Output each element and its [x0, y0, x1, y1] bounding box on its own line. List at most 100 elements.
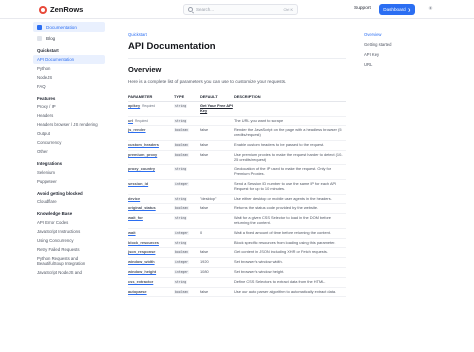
- support-link[interactable]: Support: [354, 6, 371, 11]
- param-default-cell: 1080: [200, 267, 234, 278]
- param-default-cell: false: [200, 247, 234, 259]
- parameters-table: PARAMETER TYPE DEFAULT DESCRIPTION apike…: [128, 92, 346, 298]
- table-row: custom_headers boolean false Enable custom …: [128, 140, 346, 151]
- param-name-cell: window_width: [128, 257, 174, 268]
- param-name-link[interactable]: block_resources: [128, 240, 159, 245]
- param-name-cell: window_height: [128, 267, 174, 278]
- param-type-cell: string: [174, 213, 200, 229]
- param-description-cell: Set browser's window height.: [234, 267, 346, 278]
- param-name-link[interactable]: css_extractor: [128, 279, 153, 284]
- sidebar-group-title: Knowledge Base: [37, 211, 73, 216]
- param-name-link[interactable]: custom_headers: [128, 142, 159, 147]
- param-default-cell: [200, 164, 234, 180]
- param-default-cell: [200, 116, 234, 127]
- param-name-link[interactable]: apikey: [128, 103, 140, 108]
- table-row: proxy_country string Geolocation of the IP…: [128, 164, 346, 180]
- sidebar-group-title: Features: [37, 95, 56, 101]
- param-name-cell: wait_for: [128, 213, 174, 229]
- param-name-link[interactable]: js_render: [128, 127, 146, 132]
- sidebar-item[interactable]: Output: [33, 129, 105, 138]
- theme-toggle-icon[interactable]: ☀: [428, 6, 433, 12]
- param-type-cell: integer: [174, 257, 200, 268]
- table-row: json_response boolean false Get content in …: [128, 247, 346, 259]
- column-header-description: DESCRIPTION: [234, 92, 346, 102]
- brand-name: ZenRows: [50, 5, 84, 14]
- search-placeholder: Search...: [196, 7, 215, 12]
- param-name-link[interactable]: json_response: [128, 249, 155, 254]
- sidebar-item[interactable]: Concurrency: [33, 138, 105, 147]
- brand-logo[interactable]: ZenRows: [39, 5, 83, 14]
- sidebar-item[interactable]: NodeJS: [33, 73, 105, 82]
- param-name-cell: json_response: [128, 247, 174, 259]
- sidebar-item[interactable]: Cloudflare: [33, 197, 105, 206]
- sidebar-item[interactable]: Python Requests and BeautifulSoup Integr…: [33, 254, 105, 268]
- sidebar-item[interactable]: FAQ: [33, 82, 105, 91]
- sidebar-item[interactable]: Selenium: [33, 168, 105, 177]
- param-type-tag: string: [174, 118, 188, 123]
- param-type-tag: integer: [174, 181, 190, 186]
- param-default-cell: false: [200, 150, 234, 166]
- param-type-cell: string: [174, 277, 200, 288]
- param-description-cell: Returns the status code provided by the …: [234, 203, 346, 215]
- search-input[interactable]: Search... Ctrl K: [183, 4, 298, 15]
- param-name-link[interactable]: autoparse: [128, 289, 147, 294]
- sidebar-top-blog[interactable]: Blog: [33, 33, 105, 43]
- search-shortcut: Ctrl K: [283, 7, 294, 12]
- main-content: Quickstart API Documentation Overview He…: [128, 32, 346, 298]
- sidebar-item[interactable]: API Documentation: [33, 54, 105, 64]
- param-default-value: false: [200, 141, 209, 147]
- sidebar-item[interactable]: Retry Failed Requests: [33, 245, 105, 254]
- table-row: url Required string The URL you want to scr…: [128, 116, 346, 127]
- table-row: premium_proxy boolean false Use premium pro…: [128, 150, 346, 166]
- param-name-link[interactable]: device: [128, 196, 140, 201]
- sidebar-top-documentation[interactable]: Documentation: [33, 22, 105, 32]
- search-icon: [188, 7, 193, 12]
- table-row: apikey Required string Get Your Free API Ke…: [128, 101, 346, 117]
- sidebar-item[interactable]: Using Concurrency: [33, 236, 105, 245]
- sidebar-item[interactable]: Proxy / IP: [33, 102, 105, 111]
- param-name-cell: premium_proxy: [128, 150, 174, 166]
- book-icon: [37, 24, 42, 30]
- param-name-link[interactable]: url: [128, 118, 133, 123]
- param-name-link[interactable]: premium_proxy: [128, 152, 157, 157]
- sidebar-item[interactable]: JavaScript Instructions: [33, 227, 105, 236]
- table-row: window_height integer 1080 Set browser's wi…: [128, 267, 346, 278]
- sidebar-nav: Documentation Blog Quickstart API Documenta…: [33, 22, 105, 352]
- get-api-key-link[interactable]: Get Your Free API Key: [200, 103, 233, 113]
- param-name-link[interactable]: original_status: [128, 205, 156, 210]
- sidebar-item[interactable]: JavaScript NodeJS and: [33, 268, 105, 277]
- param-type-tag: string: [174, 167, 188, 172]
- dashboard-button[interactable]: Dashboard ❯: [379, 4, 415, 15]
- param-name-link[interactable]: proxy_country: [128, 166, 155, 171]
- param-name-cell: css_extractor: [128, 277, 174, 288]
- param-name-link[interactable]: wait_for: [128, 215, 143, 220]
- sidebar-item[interactable]: Headers browser / JS rendering: [33, 120, 105, 129]
- column-header-default: DEFAULT: [200, 92, 234, 102]
- sidebar-item[interactable]: Other: [33, 147, 105, 156]
- param-type-cell: boolean: [174, 125, 200, 141]
- toc-item[interactable]: API Key: [364, 52, 444, 57]
- param-default-value: false: [200, 205, 209, 211]
- param-name-link[interactable]: window_height: [128, 269, 156, 274]
- param-description-cell: Use either desktop or mobile user agents…: [234, 194, 346, 205]
- column-header-type: TYPE: [174, 92, 200, 102]
- param-default-cell: false: [200, 125, 234, 141]
- toc-item[interactable]: URL: [364, 62, 444, 67]
- param-name-link[interactable]: session_id: [128, 181, 148, 186]
- breadcrumb[interactable]: Quickstart: [128, 32, 346, 37]
- sidebar-item[interactable]: Headers: [33, 111, 105, 120]
- param-type-tag: boolean: [174, 128, 190, 133]
- param-description-cell: Get content in JSON including XHR or Fet…: [234, 247, 346, 259]
- toc-item[interactable]: Overview: [364, 32, 444, 37]
- sidebar-item[interactable]: Puppeteer: [33, 177, 105, 186]
- sidebar-item[interactable]: API Error Codes: [33, 218, 105, 227]
- param-description-cell: Enable custom headers to be passed to th…: [234, 140, 346, 151]
- param-name-link[interactable]: wait: [128, 230, 136, 235]
- toc-item[interactable]: Getting started: [364, 42, 444, 47]
- sidebar-item[interactable]: Python: [33, 64, 105, 73]
- sidebar-top-label: Documentation: [46, 24, 77, 30]
- param-type-tag: boolean: [174, 152, 190, 157]
- param-type-cell: string: [174, 238, 200, 249]
- param-name-cell: wait: [128, 228, 174, 239]
- param-name-link[interactable]: window_width: [128, 259, 155, 264]
